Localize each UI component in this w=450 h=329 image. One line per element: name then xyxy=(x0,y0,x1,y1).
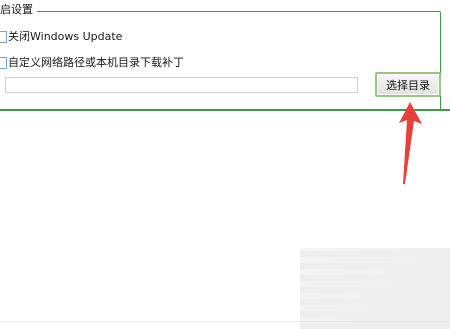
choose-directory-button[interactable]: 选择目录 xyxy=(375,72,441,97)
custom-path-checkbox[interactable] xyxy=(0,57,7,69)
disable-update-checkbox[interactable] xyxy=(0,31,7,43)
groupbox-bottom-border xyxy=(0,109,450,111)
bottom-divider xyxy=(0,321,450,322)
custom-path-label: 自定义网络路径或本机目录下载补丁 xyxy=(8,56,184,69)
disable-update-label: 关闭Windows Update xyxy=(8,30,123,43)
red-arrow-icon xyxy=(399,102,422,184)
groupbox-title: 启设置 xyxy=(0,3,37,17)
blurred-watermark xyxy=(300,248,450,329)
path-input[interactable] xyxy=(5,77,358,93)
